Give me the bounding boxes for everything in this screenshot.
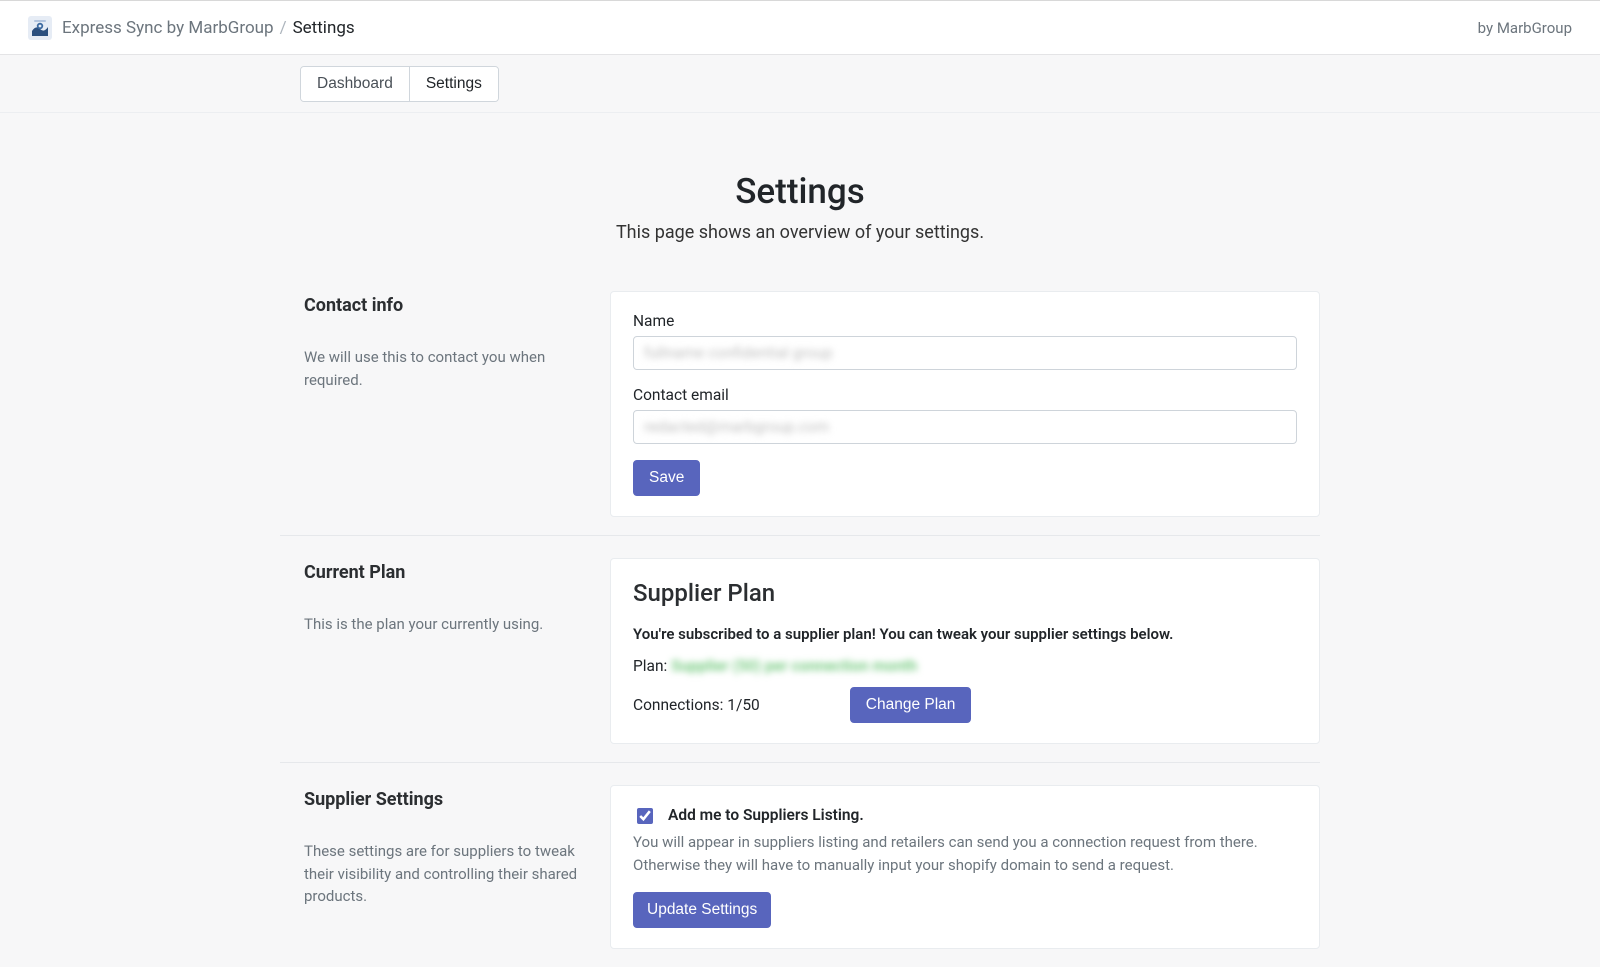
breadcrumb: Express Sync by MarbGroup / Settings [62,18,355,38]
contact-card: Name fullname confidential group Contact… [610,291,1320,517]
app-header: Express Sync by MarbGroup / Settings by … [0,1,1600,55]
tab-settings[interactable]: Settings [410,67,498,101]
supplier-section-help: These settings are for suppliers to twea… [304,840,580,908]
section-supplier: Supplier Settings These settings are for… [280,762,1320,967]
connections-label: Connections: [633,696,723,714]
section-plan: Current Plan This is the plan your curre… [280,535,1320,762]
contact-section-title: Contact info [304,295,580,316]
breadcrumb-current: Settings [293,18,355,38]
supplier-section-title: Supplier Settings [304,789,580,810]
plan-card: Supplier Plan You're subscribed to a sup… [610,558,1320,744]
update-settings-button[interactable]: Update Settings [633,892,771,928]
app-logo-icon [28,16,52,40]
plan-section-help: This is the plan your currently using. [304,613,580,636]
save-button[interactable]: Save [633,460,700,496]
header-byline: by MarbGroup [1478,19,1572,37]
email-input-value: redacted@marbgroup.com [644,418,829,436]
page-title: Settings [280,171,1320,212]
section-contact: Contact info We will use this to contact… [280,291,1320,535]
name-input[interactable]: fullname confidential group [633,336,1297,370]
name-label: Name [633,312,1297,330]
breadcrumb-app-link[interactable]: Express Sync by MarbGroup [62,18,274,38]
plan-card-title: Supplier Plan [633,579,1297,607]
breadcrumb-separator: / [280,18,287,38]
listing-checkbox-help: You will appear in suppliers listing and… [633,831,1297,878]
subnav: Dashboard Settings [0,55,1600,113]
connections-value: 1/50 [727,696,760,714]
tab-dashboard[interactable]: Dashboard [301,67,410,101]
listing-checkbox[interactable] [637,808,653,824]
listing-checkbox-label: Add me to Suppliers Listing. [668,806,864,824]
page-subtitle: This page shows an overview of your sett… [280,222,1320,243]
nav-tabs: Dashboard Settings [300,66,499,102]
change-plan-button[interactable]: Change Plan [850,687,972,723]
supplier-card: Add me to Suppliers Listing. You will ap… [610,785,1320,949]
plan-value: Supplier (50) per connection month [671,657,917,675]
name-input-value: fullname confidential group [644,344,833,362]
plan-section-title: Current Plan [304,562,580,583]
plan-card-desc: You're subscribed to a supplier plan! Yo… [633,625,1297,643]
plan-prefix: Plan: [633,657,667,675]
email-input[interactable]: redacted@marbgroup.com [633,410,1297,444]
contact-section-help: We will use this to contact you when req… [304,346,580,391]
email-label: Contact email [633,386,1297,404]
